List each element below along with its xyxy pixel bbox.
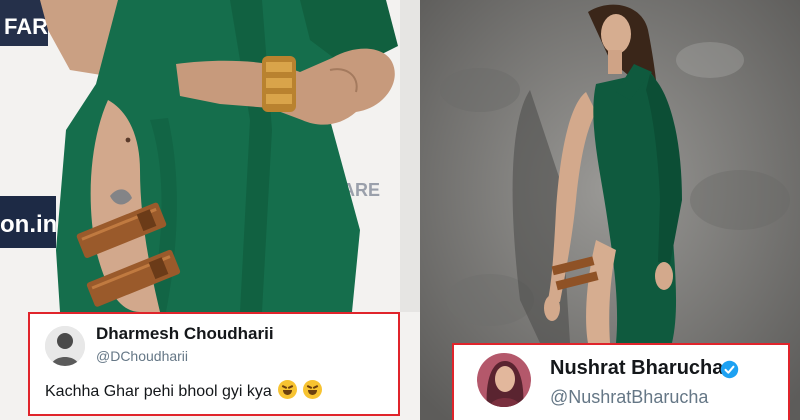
verified-badge-icon — [720, 360, 739, 379]
avatar-image — [477, 353, 531, 407]
tweet-card-nushrat[interactable]: Nushrat Bharucha @NushratBharucha — [452, 343, 790, 420]
tweet-author-name[interactable]: Dharmesh Choudharii — [96, 324, 274, 344]
backdrop-text: on.in — [0, 211, 57, 238]
avatar[interactable] — [477, 353, 531, 407]
rolling-laughing-emoji-icon — [277, 380, 297, 399]
tweet-text: Kachha Ghar pehi bhool gyi kya — [45, 380, 322, 401]
left-photo-panel: FARE on.in FARE Dharmesh Choudharii @DCh… — [0, 0, 420, 420]
rolling-laughing-emoji-icon — [302, 380, 322, 399]
tweet-author-handle[interactable]: @NushratBharucha — [550, 387, 708, 408]
avatar[interactable] — [45, 326, 85, 366]
tweet-card-dharmesh[interactable]: Dharmesh Choudharii @DChoudharii Kachha … — [28, 312, 400, 416]
avatar-image — [45, 326, 85, 366]
tweet-text-content: Kachha Ghar pehi bhool gyi kya — [45, 383, 272, 400]
tweet-author-handle[interactable]: @DChoudharii — [96, 348, 188, 364]
tweet-author-name[interactable]: Nushrat Bharucha — [550, 357, 723, 380]
